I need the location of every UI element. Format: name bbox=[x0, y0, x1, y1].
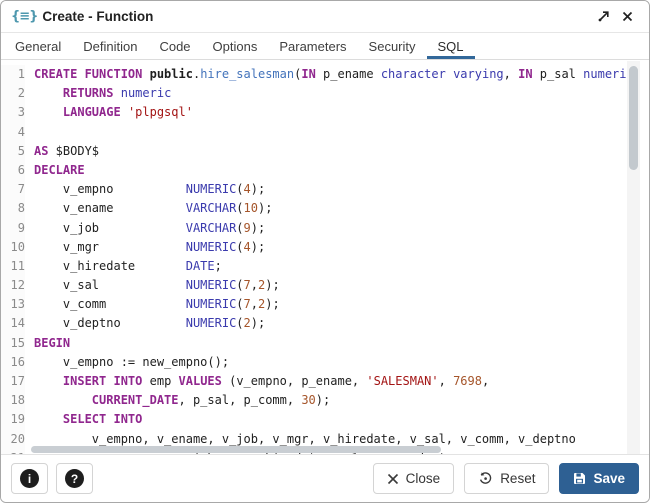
code-line-text: CREATE FUNCTION public.hire_salesman(IN … bbox=[34, 65, 627, 84]
vertical-scrollbar-thumb[interactable] bbox=[629, 66, 638, 170]
tab-sql[interactable]: SQL bbox=[427, 33, 475, 59]
function-icon: {≡} bbox=[11, 9, 37, 24]
code-line[interactable]: 19 SELECT INTO bbox=[1, 410, 627, 429]
code-line[interactable]: 7 v_empno NUMERIC(4); bbox=[1, 180, 627, 199]
line-number: 4 bbox=[1, 123, 25, 142]
code-line[interactable]: 5 AS $BODY$ bbox=[1, 142, 627, 161]
line-number: 5 bbox=[1, 142, 25, 161]
code-line-text: v_deptno NUMERIC(2); bbox=[34, 314, 265, 333]
code-line[interactable]: 8 v_ename VARCHAR(10); bbox=[1, 199, 627, 218]
line-number: 2 bbox=[1, 84, 25, 103]
code-line-text: DECLARE bbox=[34, 161, 85, 180]
code-line[interactable]: 12 v_sal NUMERIC(7,2); bbox=[1, 276, 627, 295]
code-line[interactable]: 16 v_empno := new_empno(); bbox=[1, 353, 627, 372]
code-line-text: v_hiredate DATE; bbox=[34, 257, 222, 276]
close-icon[interactable] bbox=[615, 5, 639, 29]
line-number: 14 bbox=[1, 314, 25, 333]
line-number: 8 bbox=[1, 199, 25, 218]
code-line[interactable]: 18 CURRENT_DATE, p_sal, p_comm, 30); bbox=[1, 391, 627, 410]
tab-options[interactable]: Options bbox=[202, 33, 269, 59]
code-line-text: v_empno := new_empno(); bbox=[34, 353, 229, 372]
code-line-text: v_empno NUMERIC(4); bbox=[34, 180, 265, 199]
create-function-dialog: {≡} Create - Function General Definition… bbox=[0, 0, 650, 503]
vertical-scrollbar bbox=[627, 61, 640, 454]
dialog-titlebar: {≡} Create - Function bbox=[1, 1, 649, 33]
tab-security[interactable]: Security bbox=[358, 33, 427, 59]
tab-definition[interactable]: Definition bbox=[72, 33, 148, 59]
code-line[interactable]: 4 bbox=[1, 123, 627, 142]
code-lines[interactable]: 1 CREATE FUNCTION public.hire_salesman(IN… bbox=[1, 61, 627, 454]
save-button-label: Save bbox=[593, 471, 625, 486]
line-number: 17 bbox=[1, 372, 25, 391]
line-number: 1 bbox=[1, 65, 25, 84]
line-number: 13 bbox=[1, 295, 25, 314]
line-number: 19 bbox=[1, 410, 25, 429]
code-line[interactable]: 15 BEGIN bbox=[1, 334, 627, 353]
code-line[interactable]: 2 RETURNS numeric bbox=[1, 84, 627, 103]
line-number: 6 bbox=[1, 161, 25, 180]
info-button[interactable]: i bbox=[11, 463, 48, 494]
dialog-tabbar: General Definition Code Options Paramete… bbox=[1, 33, 649, 60]
code-line-text: RETURNS numeric bbox=[34, 84, 171, 103]
code-line-text: v_comm NUMERIC(7,2); bbox=[34, 295, 280, 314]
line-number: 15 bbox=[1, 334, 25, 353]
code-line-text: v_ename VARCHAR(10); bbox=[34, 199, 272, 218]
code-line[interactable]: 13 v_comm NUMERIC(7,2); bbox=[1, 295, 627, 314]
save-button[interactable]: Save bbox=[559, 463, 639, 494]
close-x-icon bbox=[387, 473, 399, 485]
code-line[interactable]: 11 v_hiredate DATE; bbox=[1, 257, 627, 276]
code-line-text: v_sal NUMERIC(7,2); bbox=[34, 276, 280, 295]
line-number: 9 bbox=[1, 219, 25, 238]
tab-code[interactable]: Code bbox=[148, 33, 201, 59]
dialog-title: Create - Function bbox=[42, 9, 153, 24]
code-line-text: BEGIN bbox=[34, 334, 70, 353]
code-line[interactable]: 1 CREATE FUNCTION public.hire_salesman(IN… bbox=[1, 65, 627, 84]
line-number: 16 bbox=[1, 353, 25, 372]
close-button-label: Close bbox=[406, 471, 441, 486]
reset-undo-icon bbox=[478, 471, 493, 486]
info-icon: i bbox=[20, 469, 39, 488]
code-line-text: CURRENT_DATE, p_sal, p_comm, 30); bbox=[34, 391, 330, 410]
line-number: 10 bbox=[1, 238, 25, 257]
save-floppy-icon bbox=[573, 472, 586, 485]
line-number: 3 bbox=[1, 103, 25, 122]
horizontal-scrollbar-thumb[interactable] bbox=[31, 446, 441, 453]
code-line-text: INSERT INTO emp VALUES (v_empno, p_ename… bbox=[34, 372, 489, 391]
code-line[interactable]: 17 INSERT INTO emp VALUES (v_empno, p_en… bbox=[1, 372, 627, 391]
line-number: 18 bbox=[1, 391, 25, 410]
line-number: 20 bbox=[1, 430, 25, 449]
reset-button-label: Reset bbox=[500, 471, 535, 486]
line-number: 11 bbox=[1, 257, 25, 276]
line-number: 7 bbox=[1, 180, 25, 199]
code-line[interactable]: 3 LANGUAGE 'plpgsql' bbox=[1, 103, 627, 122]
reset-button[interactable]: Reset bbox=[464, 463, 549, 494]
sql-editor: 1 CREATE FUNCTION public.hire_salesman(IN… bbox=[1, 61, 649, 454]
help-icon: ? bbox=[65, 469, 84, 488]
code-line[interactable]: 9 v_job VARCHAR(9); bbox=[1, 219, 627, 238]
code-line-text: v_job VARCHAR(9); bbox=[34, 219, 265, 238]
code-line[interactable]: 10 v_mgr NUMERIC(4); bbox=[1, 238, 627, 257]
code-line-text: SELECT INTO bbox=[34, 410, 142, 429]
code-line-text: v_mgr NUMERIC(4); bbox=[34, 238, 265, 257]
code-line[interactable]: 14 v_deptno NUMERIC(2); bbox=[1, 314, 627, 333]
tab-general[interactable]: General bbox=[4, 33, 72, 59]
close-button[interactable]: Close bbox=[373, 463, 455, 494]
expand-icon[interactable] bbox=[591, 5, 615, 29]
help-button[interactable]: ? bbox=[56, 463, 93, 494]
line-number: 12 bbox=[1, 276, 25, 295]
code-line-text: AS $BODY$ bbox=[34, 142, 99, 161]
code-line[interactable]: 6 DECLARE bbox=[1, 161, 627, 180]
tab-parameters[interactable]: Parameters bbox=[268, 33, 357, 59]
dialog-footer: i ? Close Reset bbox=[1, 454, 649, 502]
code-line-text: LANGUAGE 'plpgsql' bbox=[34, 103, 193, 122]
